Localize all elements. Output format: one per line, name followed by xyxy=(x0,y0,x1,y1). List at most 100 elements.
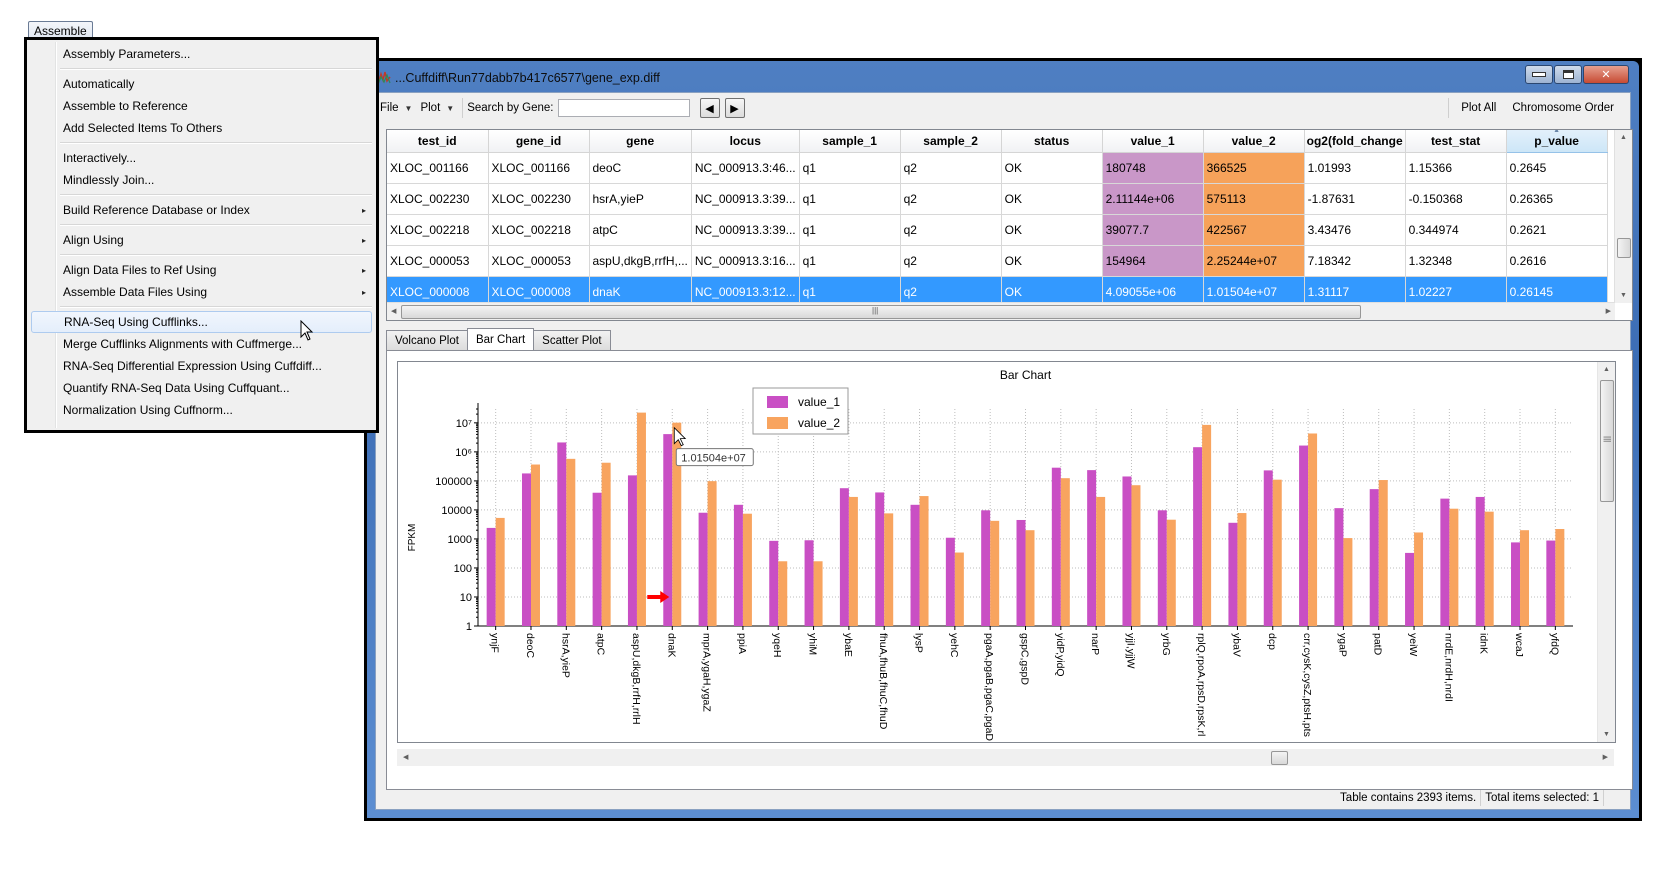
maximize-button[interactable] xyxy=(1554,65,1582,84)
file-menu[interactable]: File ▼ xyxy=(376,102,416,114)
table-cell-sample-2[interactable]: q2 xyxy=(900,152,1002,184)
table-cell-gene-id[interactable]: XLOC_002230 xyxy=(488,183,590,215)
table-cell-test-id[interactable]: XLOC_002218 xyxy=(387,214,489,246)
table-cell-test-stat[interactable]: 1.32348 xyxy=(1405,245,1507,277)
tab-volcano-plot[interactable]: Volcano Plot xyxy=(386,330,468,350)
menu-item-build-reference-database-or-index[interactable]: Build Reference Database or Index ▸ xyxy=(60,199,372,221)
table-cell-locus[interactable]: NC_000913.3:16... xyxy=(691,245,800,277)
title-bar[interactable]: ...Cuffdiff\Run77dabb7b417c6577\gene_exp… xyxy=(373,65,1633,91)
table-cell-og2-fold-change[interactable]: 1.01993 xyxy=(1304,152,1406,184)
close-button[interactable]: ✕ xyxy=(1583,65,1629,84)
table-cell-sample-1[interactable]: q1 xyxy=(799,214,901,246)
column-header-p-value[interactable]: p_value ▲ xyxy=(1506,130,1608,153)
menu-item-merge-cufflinks-alignments-with-cuffmerge[interactable]: Merge Cufflinks Alignments with Cuffmerg… xyxy=(60,333,372,355)
column-header-sample-2[interactable]: sample_2 xyxy=(900,130,1002,153)
table-cell-status[interactable]: OK xyxy=(1001,183,1103,215)
table-cell-gene[interactable]: atpC xyxy=(589,214,692,246)
menu-item-normalization-using-cuffnorm[interactable]: Normalization Using Cuffnorm... xyxy=(60,399,372,421)
table-cell-sample-2[interactable]: q2 xyxy=(900,183,1002,215)
table-hscroll-thumb[interactable]: ||| xyxy=(401,305,1361,319)
column-header-gene[interactable]: gene xyxy=(589,130,692,153)
tab-scatter-plot[interactable]: Scatter Plot xyxy=(533,330,611,350)
previous-button[interactable]: ◀ xyxy=(699,98,720,118)
table-cell-test-stat[interactable]: 0.344974 xyxy=(1405,214,1507,246)
table-vscroll-thumb[interactable] xyxy=(1617,238,1631,258)
table-cell-gene-id[interactable]: XLOC_002218 xyxy=(488,214,590,246)
table-cell-og2-fold-change[interactable]: -1.87631 xyxy=(1304,183,1406,215)
scroll-down-icon[interactable]: ▼ xyxy=(1620,292,1627,299)
menu-item-assembly-parameters[interactable]: Assembly Parameters... xyxy=(60,43,372,65)
chart-hscroll-thumb[interactable] xyxy=(1271,751,1288,765)
column-header-sample-1[interactable]: sample_1 xyxy=(799,130,901,153)
table-cell-sample-1[interactable]: q1 xyxy=(799,152,901,184)
table-cell-locus[interactable]: NC_000913.3:39... xyxy=(691,214,800,246)
table-cell-status[interactable]: OK xyxy=(1001,245,1103,277)
table-cell-test-id[interactable]: XLOC_002230 xyxy=(387,183,489,215)
table-cell-value-1[interactable]: 154964 xyxy=(1102,245,1204,277)
menu-item-automatically[interactable]: Automatically xyxy=(60,73,372,95)
bar-chart[interactable]: Bar Chart FPKM 1 10 100 1000 10000 100000 10⁶ 10⁷… xyxy=(398,362,1597,742)
menu-item-add-selected-items-to-others[interactable]: Add Selected Items To Others xyxy=(60,117,372,139)
table-cell-test-id[interactable]: XLOC_000053 xyxy=(387,245,489,277)
table-horizontal-scrollbar[interactable]: ◀ ||| ▶ xyxy=(387,302,1615,320)
table-cell-gene[interactable]: hsrA,yieP xyxy=(589,183,692,215)
menu-item-rna-seq-differential-expression-using-cuffdiff[interactable]: RNA-Seq Differential Expression Using Cu… xyxy=(60,355,372,377)
menu-item-mindlessly-join[interactable]: Mindlessly Join... xyxy=(60,169,372,191)
next-button[interactable]: ▶ xyxy=(724,98,745,118)
column-header-value-1[interactable]: value_1 xyxy=(1102,130,1204,153)
table-cell-sample-1[interactable]: q1 xyxy=(799,245,901,277)
menu-item-rna-seq-using-cufflinks[interactable]: RNA-Seq Using Cufflinks... xyxy=(31,311,372,333)
table-cell-test-stat[interactable]: -0.150368 xyxy=(1405,183,1507,215)
chromosome-order-button[interactable]: Chromosome Order xyxy=(1504,102,1622,114)
menu-item-align-data-files-to-ref-using[interactable]: Align Data Files to Ref Using ▸ xyxy=(60,259,372,281)
plot-menu[interactable]: Plot ▼ xyxy=(416,102,458,114)
table-cell-sample-2[interactable]: q2 xyxy=(900,214,1002,246)
menu-item-align-using[interactable]: Align Using ▸ xyxy=(60,229,372,251)
table-vertical-scrollbar[interactable]: ▲ ▼ xyxy=(1614,130,1632,303)
table-row[interactable]: XLOC_001166 XLOC_001166 deoC NC_000913.3:46… xyxy=(387,152,1608,184)
menu-item-quantify-rna-seq-data-using-cuffquant[interactable]: Quantify RNA-Seq Data Using Cuffquant... xyxy=(60,377,372,399)
table-cell-gene[interactable]: aspU,dkgB,rrfH,... xyxy=(589,245,692,277)
scroll-right-icon[interactable]: ▶ xyxy=(1603,753,1608,761)
table-cell-value-2[interactable]: 366525 xyxy=(1203,152,1305,184)
table-row[interactable]: XLOC_002230 XLOC_002230 hsrA,yieP NC_000913… xyxy=(387,183,1608,215)
table-cell-test-stat[interactable]: 1.15366 xyxy=(1405,152,1507,184)
table-cell-value-2[interactable]: 2.25244e+07 xyxy=(1203,245,1305,277)
table-cell-value-1[interactable]: 2.11144e+06 xyxy=(1102,183,1204,215)
column-header-test-id[interactable]: test_id xyxy=(387,130,489,153)
table-cell-gene-id[interactable]: XLOC_000053 xyxy=(488,245,590,277)
table-cell-locus[interactable]: NC_000913.3:39... xyxy=(691,183,800,215)
scroll-left-icon[interactable]: ◀ xyxy=(391,307,396,315)
scroll-up-icon[interactable]: ▲ xyxy=(1620,134,1627,141)
table-cell-p-value[interactable]: 0.26365 xyxy=(1506,183,1608,215)
tab-bar-chart[interactable]: Bar Chart xyxy=(466,328,535,350)
table-cell-sample-1[interactable]: q1 xyxy=(799,183,901,215)
scroll-left-icon[interactable]: ◀ xyxy=(403,753,408,761)
table-cell-value-2[interactable]: 422567 xyxy=(1203,214,1305,246)
table-cell-gene[interactable]: deoC xyxy=(589,152,692,184)
table-cell-p-value[interactable]: 0.2645 xyxy=(1506,152,1608,184)
column-header-value-2[interactable]: value_2 xyxy=(1203,130,1305,153)
menu-item-interactively[interactable]: Interactively... xyxy=(60,147,372,169)
chart-horizontal-scrollbar[interactable]: ◀ ▶ xyxy=(397,749,1614,766)
table-cell-status[interactable]: OK xyxy=(1001,152,1103,184)
table-cell-og2-fold-change[interactable]: 3.43476 xyxy=(1304,214,1406,246)
table-cell-status[interactable]: OK xyxy=(1001,214,1103,246)
table-cell-value-2[interactable]: 575113 xyxy=(1203,183,1305,215)
table-cell-locus[interactable]: NC_000913.3:46... xyxy=(691,152,800,184)
table-cell-value-1[interactable]: 39077.7 xyxy=(1102,214,1204,246)
chart-vscroll-thumb[interactable]: ||| xyxy=(1600,380,1614,502)
chart-vertical-scrollbar[interactable]: ▲ ||| ▼ xyxy=(1597,362,1615,742)
table-row[interactable]: XLOC_002218 XLOC_002218 atpC NC_000913.3:39… xyxy=(387,214,1608,246)
table-cell-p-value[interactable]: 0.2621 xyxy=(1506,214,1608,246)
menu-item-assemble-data-files-using[interactable]: Assemble Data Files Using ▸ xyxy=(60,281,372,303)
column-header-status[interactable]: status xyxy=(1001,130,1103,153)
column-header-gene-id[interactable]: gene_id xyxy=(488,130,590,153)
table-cell-value-1[interactable]: 180748 xyxy=(1102,152,1204,184)
table-cell-gene-id[interactable]: XLOC_001166 xyxy=(488,152,590,184)
search-gene-input[interactable] xyxy=(557,99,690,117)
column-header-test-stat[interactable]: test_stat xyxy=(1405,130,1507,153)
scroll-up-icon[interactable]: ▲ xyxy=(1603,366,1610,373)
table-cell-test-id[interactable]: XLOC_001166 xyxy=(387,152,489,184)
table-cell-p-value[interactable]: 0.2616 xyxy=(1506,245,1608,277)
